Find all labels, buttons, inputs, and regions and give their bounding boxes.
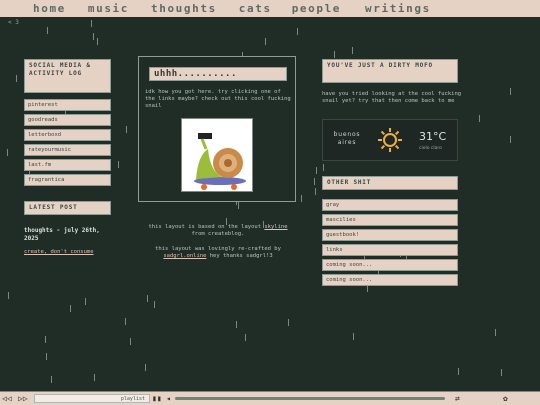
settings-icon[interactable]: ✿ [503, 394, 508, 404]
link-coming-soon-2[interactable]: coming soon... [322, 274, 458, 286]
raindrop [510, 88, 511, 95]
nav-home[interactable]: home [33, 2, 66, 15]
raindrop [70, 305, 71, 312]
other-header: other shit [322, 176, 458, 190]
weather-city: buenos aires [333, 131, 361, 146]
prev-icon[interactable]: ◁◁ [2, 394, 12, 404]
raindrop [495, 329, 496, 336]
raindrop [130, 338, 131, 345]
raindrop [118, 161, 119, 168]
center-intro: idk how you got here. try clicking one o… [145, 89, 291, 109]
credit-text: this layout is based on the layout skyli… [143, 224, 293, 238]
raindrop [238, 202, 239, 209]
raindrop [334, 51, 335, 58]
raindrop [154, 301, 155, 308]
raindrop [47, 27, 48, 34]
nav-music[interactable]: music [88, 2, 129, 15]
playpause-icon[interactable]: ▮▮ [152, 394, 162, 404]
remake-post: hey thanks sadgrl!3 [206, 253, 273, 259]
nav-people[interactable]: people [292, 2, 341, 15]
next-icon[interactable]: ▷▷ [18, 394, 28, 404]
other-links: gray mascilies guestbook! links coming s… [322, 199, 458, 286]
remake-pre: this layout was lovingly re-crafted by [155, 246, 281, 252]
raindrop [367, 285, 368, 292]
seek-bar[interactable] [175, 397, 445, 400]
volume-icon[interactable]: ◂ [166, 394, 171, 404]
right-header: you've just a dirty mofo [322, 59, 458, 83]
raindrop [236, 321, 237, 328]
latest-post-header: latest post [24, 201, 111, 215]
raindrop [91, 20, 92, 27]
shuffle-icon[interactable]: ⇄ [455, 394, 460, 404]
link-links[interactable]: links [322, 244, 458, 256]
raindrop [126, 126, 127, 133]
raindrop [314, 178, 315, 185]
link-rateyourmusic[interactable]: rateyourmusic [24, 144, 111, 156]
social-header: social media & activity log [24, 59, 111, 93]
raindrop [501, 369, 502, 376]
raindrop [125, 318, 126, 325]
link-mascilies[interactable]: mascilies [322, 214, 458, 226]
raindrop [510, 136, 511, 143]
sun-icon [378, 128, 402, 152]
music-player: ◁◁ ▷▷ playlist ▮▮ ◂ ⇄ ✿ [0, 391, 540, 405]
raindrop [479, 115, 480, 122]
raindrop [458, 368, 459, 375]
link-coming-soon-1[interactable]: coming soon... [322, 259, 458, 271]
credit-pre: this layout is based on the layout [148, 224, 265, 230]
link-goodreads[interactable]: goodreads [24, 114, 111, 126]
raindrop [45, 336, 46, 343]
right-text: have you tried looking at the cool fucki… [322, 91, 462, 104]
nav-thoughts[interactable]: thoughts [151, 2, 217, 15]
raindrop [16, 75, 17, 82]
raindrop [8, 292, 9, 299]
raindrop [46, 353, 47, 360]
raindrop [7, 149, 8, 156]
latest-post-link-wrap: create, don't consume [24, 249, 119, 256]
raindrop [316, 167, 317, 174]
raindrop [315, 188, 316, 195]
corner-marker: < 3 [8, 19, 19, 26]
track-display: playlist [34, 394, 150, 403]
raindrop [97, 38, 98, 45]
remake-text: this layout was lovingly re-crafted by s… [143, 246, 293, 260]
raindrop [265, 38, 266, 45]
social-links: pinterest goodreads letterboxd rateyourm… [24, 99, 111, 186]
raindrop [301, 195, 302, 202]
raindrop [147, 295, 148, 302]
raindrop [93, 33, 94, 40]
snail-image [181, 118, 253, 192]
link-letterboxd[interactable]: letterboxd [24, 129, 111, 141]
raindrop [353, 333, 354, 340]
raindrop [323, 164, 324, 171]
link-pinterest[interactable]: pinterest [24, 99, 111, 111]
link-fragrantica[interactable]: fragrantica [24, 174, 111, 186]
raindrop [352, 47, 353, 54]
credit-post: from createblog. [191, 231, 245, 237]
raindrop [51, 376, 52, 383]
raindrop [85, 298, 86, 305]
raindrop [288, 319, 289, 326]
raindrop [297, 28, 298, 35]
raindrop [145, 364, 146, 371]
raindrop [245, 334, 246, 341]
link-gray[interactable]: gray [322, 199, 458, 211]
weather-widget: buenos aires 31°C cielo claro [322, 119, 458, 161]
top-nav: home music thoughts cats people writings [0, 0, 540, 17]
raindrop [94, 374, 95, 381]
latest-post-link[interactable]: create, don't consume [24, 249, 94, 255]
link-guestbook[interactable]: guestbook! [322, 229, 458, 241]
weather-condition: cielo claro [419, 146, 442, 151]
nav-writings[interactable]: writings [365, 2, 431, 15]
center-title: uhhh.......... [149, 67, 287, 81]
latest-post-title: thoughts - july 26th, 2025 [24, 227, 100, 242]
sadgrl-link[interactable]: sadgrl.online [163, 253, 206, 259]
nav-cats[interactable]: cats [239, 2, 272, 15]
link-lastfm[interactable]: last.fm [24, 159, 111, 171]
weather-temp: 31°C [419, 130, 447, 143]
skyline-link[interactable]: skyline [264, 224, 287, 230]
